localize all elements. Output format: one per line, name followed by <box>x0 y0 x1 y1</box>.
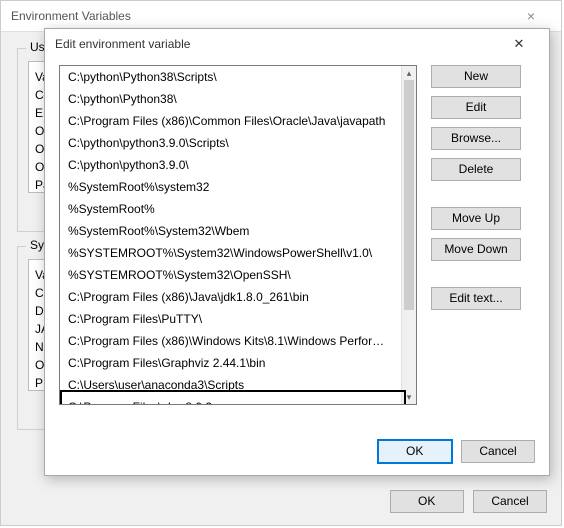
path-list-inner: C:\python\Python38\Scripts\C:\python\Pyt… <box>60 66 402 404</box>
env-vars-title: Environment Variables <box>11 9 511 23</box>
delete-button[interactable]: Delete <box>431 158 521 181</box>
scroll-thumb[interactable] <box>404 80 414 310</box>
list-item[interactable]: C:\Program Files (x86)\Common Files\Orac… <box>60 110 402 132</box>
ok-button[interactable]: OK <box>378 440 452 463</box>
new-button[interactable]: New <box>431 65 521 88</box>
list-item[interactable]: %SYSTEMROOT%\System32\OpenSSH\ <box>60 264 402 286</box>
edit-env-var-bottom-buttons: OK Cancel <box>372 440 535 463</box>
list-item[interactable]: %SystemRoot%\System32\Wbem <box>60 220 402 242</box>
scrollbar[interactable]: ▴ ▾ <box>401 66 416 404</box>
move-down-button[interactable]: Move Down <box>431 238 521 261</box>
close-icon[interactable]: ✕ <box>499 36 539 52</box>
cancel-button[interactable]: Cancel <box>461 440 535 463</box>
list-item[interactable]: %SYSTEMROOT%\System32\WindowsPowerShell\… <box>60 242 402 264</box>
list-item[interactable]: C:\python\Python38\ <box>60 88 402 110</box>
list-item[interactable]: C:\python\python3.9.0\ <box>60 154 402 176</box>
edit-env-var-dialog: Edit environment variable ✕ C:\python\Py… <box>44 28 550 476</box>
list-item[interactable]: C:\python\Python38\Scripts\ <box>60 66 402 88</box>
move-up-button[interactable]: Move Up <box>431 207 521 230</box>
edit-button[interactable]: Edit <box>431 96 521 119</box>
list-item[interactable]: C:\Program Files\php-8.0.2 <box>60 396 402 404</box>
list-item[interactable]: C:\python\python3.9.0\Scripts\ <box>60 132 402 154</box>
browse-button[interactable]: Browse... <box>431 127 521 150</box>
edit-env-var-titlebar: Edit environment variable ✕ <box>45 29 549 59</box>
edit-text-button[interactable]: Edit text... <box>431 287 521 310</box>
list-item[interactable]: %SystemRoot% <box>60 198 402 220</box>
list-item[interactable]: C:\Program Files (x86)\Windows Kits\8.1\… <box>60 330 402 352</box>
env-vars-bottom-buttons: OK Cancel <box>384 490 547 513</box>
list-item[interactable]: %SystemRoot%\system32 <box>60 176 402 198</box>
list-item[interactable]: C:\Program Files (x86)\Java\jdk1.8.0_261… <box>60 286 402 308</box>
list-item[interactable]: C:\Program Files\PuTTY\ <box>60 308 402 330</box>
scroll-up-icon[interactable]: ▴ <box>402 66 416 80</box>
path-listbox[interactable]: C:\python\Python38\Scripts\C:\python\Pyt… <box>59 65 417 405</box>
side-button-column: New Edit Browse... Delete Move Up Move D… <box>417 65 535 405</box>
close-icon[interactable]: × <box>511 8 551 24</box>
list-item[interactable]: C:\Users\user\anaconda3\Scripts <box>60 374 402 396</box>
scroll-down-icon[interactable]: ▾ <box>402 390 416 404</box>
outer-ok-button[interactable]: OK <box>390 490 464 513</box>
edit-env-var-title: Edit environment variable <box>55 37 499 51</box>
edit-env-var-body: C:\python\Python38\Scripts\C:\python\Pyt… <box>45 59 549 419</box>
outer-cancel-button[interactable]: Cancel <box>473 490 547 513</box>
list-item[interactable]: C:\Program Files\Graphviz 2.44.1\bin <box>60 352 402 374</box>
